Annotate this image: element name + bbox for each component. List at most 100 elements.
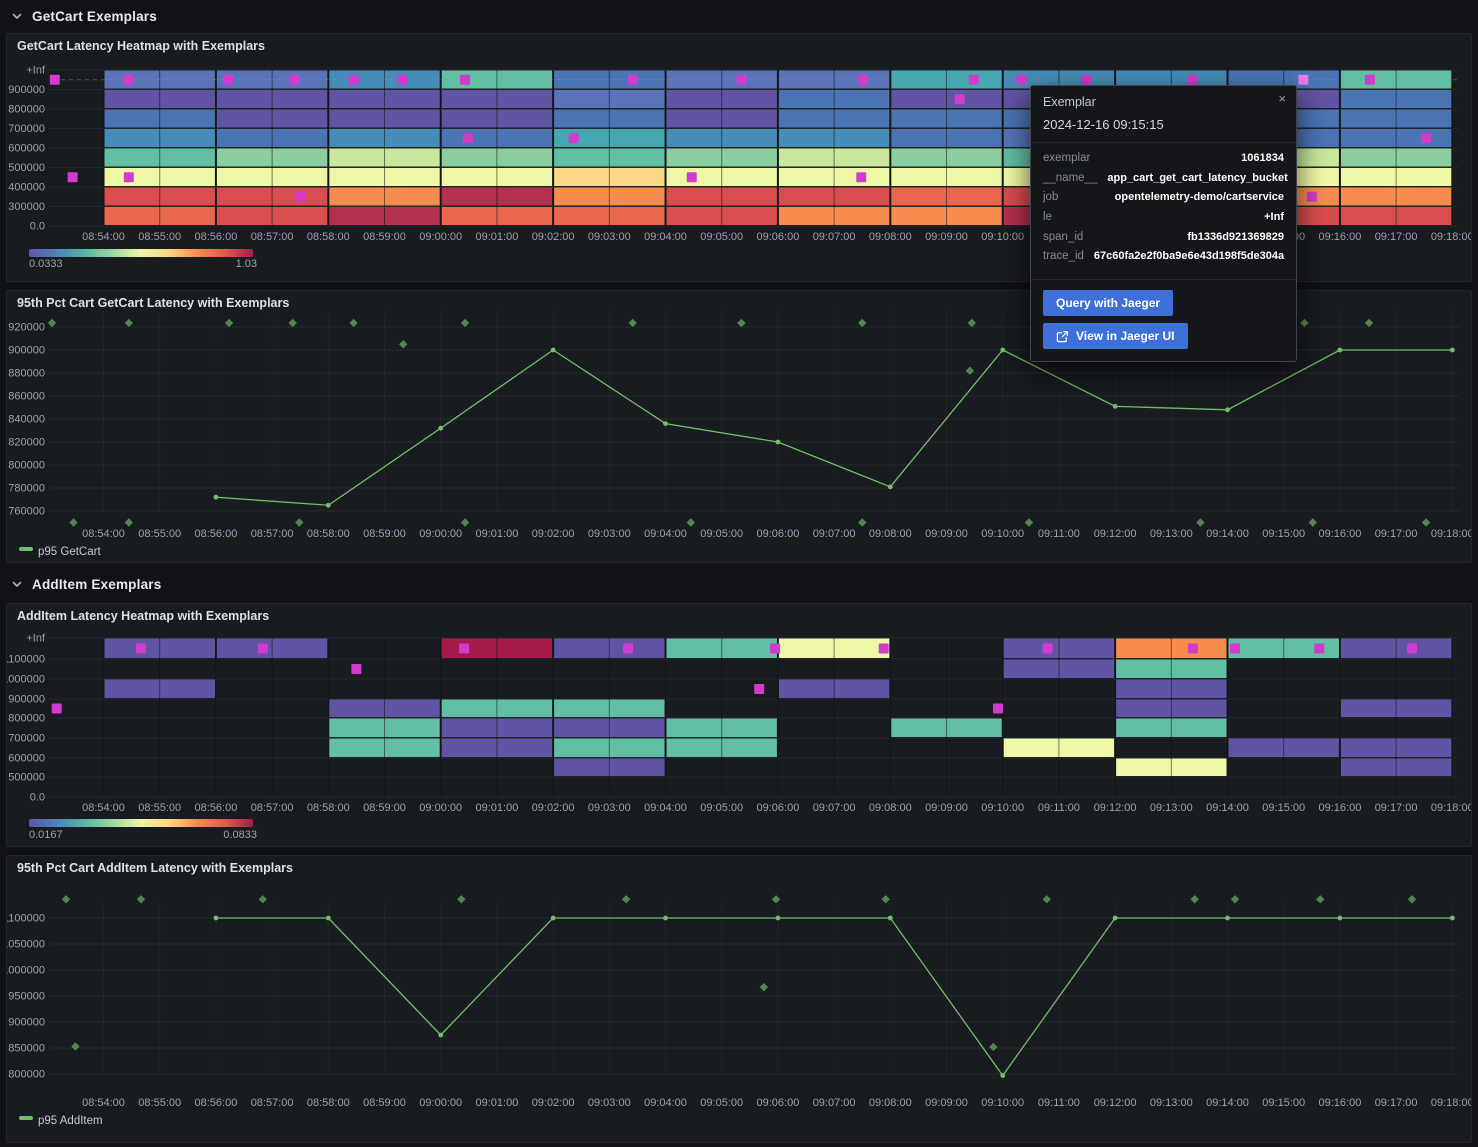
exemplar-marker[interactable] [770, 644, 780, 654]
exemplar-marker[interactable] [1314, 644, 1324, 654]
exemplar-marker[interactable] [1188, 644, 1198, 654]
exemplar-marker[interactable] [459, 644, 469, 654]
data-point[interactable] [1450, 916, 1455, 921]
data-point[interactable] [1000, 348, 1005, 353]
data-point[interactable] [663, 916, 668, 921]
exemplar-diamond[interactable] [1300, 319, 1308, 327]
data-point[interactable] [551, 348, 556, 353]
exemplar-marker[interactable] [349, 75, 359, 85]
exemplar-diamond[interactable] [289, 319, 297, 327]
exemplar-diamond[interactable] [461, 518, 469, 526]
exemplar-marker[interactable] [68, 172, 78, 182]
exemplar-marker[interactable] [295, 192, 305, 202]
data-point[interactable] [1225, 916, 1230, 921]
exemplar-diamond[interactable] [399, 340, 407, 348]
view-in-jaeger-button[interactable]: View in Jaeger UI [1043, 323, 1188, 349]
exemplar-marker[interactable] [1298, 75, 1308, 85]
exemplar-diamond[interactable] [737, 319, 745, 327]
exemplar-marker[interactable] [124, 75, 134, 85]
exemplar-marker[interactable] [397, 75, 407, 85]
exemplar-marker[interactable] [955, 94, 965, 104]
exemplar-diamond[interactable] [457, 895, 465, 903]
exemplar-diamond[interactable] [1422, 518, 1430, 526]
exemplar-diamond[interactable] [461, 319, 469, 327]
data-point[interactable] [326, 503, 331, 508]
data-point[interactable] [776, 440, 781, 445]
data-point[interactable] [214, 495, 219, 500]
panel-title[interactable]: AddItem Latency Heatmap with Exemplars [17, 609, 269, 623]
exemplar-diamond[interactable] [1196, 518, 1204, 526]
exemplar-marker[interactable] [1016, 75, 1026, 85]
exemplar-diamond[interactable] [1309, 518, 1317, 526]
exemplar-marker[interactable] [754, 684, 764, 694]
exemplar-diamond[interactable] [125, 518, 133, 526]
exemplar-marker[interactable] [258, 644, 268, 654]
exemplar-diamond[interactable] [966, 367, 974, 375]
exemplar-marker[interactable] [1081, 75, 1091, 85]
close-icon[interactable]: × [1278, 92, 1286, 106]
exemplar-diamond[interactable] [71, 1042, 79, 1050]
exemplar-marker[interactable] [856, 172, 866, 182]
data-point[interactable] [1338, 348, 1343, 353]
data-point[interactable] [888, 916, 893, 921]
exemplar-marker[interactable] [993, 704, 1003, 714]
exemplar-marker[interactable] [290, 75, 300, 85]
exemplar-marker[interactable] [1307, 192, 1317, 202]
exemplar-marker[interactable] [1421, 133, 1431, 143]
data-point[interactable] [214, 916, 219, 921]
exemplar-diamond[interactable] [225, 319, 233, 327]
data-point[interactable] [438, 1033, 443, 1038]
data-point[interactable] [1113, 404, 1118, 409]
exemplar-marker[interactable] [879, 644, 889, 654]
exemplar-marker[interactable] [858, 75, 868, 85]
exemplar-diamond[interactable] [1191, 895, 1199, 903]
exemplar-diamond[interactable] [772, 895, 780, 903]
exemplar-diamond[interactable] [1408, 895, 1416, 903]
exemplar-diamond[interactable] [687, 518, 695, 526]
exemplar-marker[interactable] [50, 75, 60, 85]
exemplar-diamond[interactable] [1316, 895, 1324, 903]
exemplar-marker[interactable] [223, 75, 233, 85]
panel-title[interactable]: GetCart Latency Heatmap with Exemplars [17, 39, 265, 53]
data-point[interactable] [551, 916, 556, 921]
data-point[interactable] [326, 916, 331, 921]
exemplar-diamond[interactable] [1365, 319, 1373, 327]
exemplar-marker[interactable] [736, 75, 746, 85]
data-point[interactable] [1450, 348, 1455, 353]
panel-title[interactable]: 95th Pct Cart GetCart Latency with Exemp… [17, 296, 289, 310]
exemplar-diamond[interactable] [881, 895, 889, 903]
exemplar-marker[interactable] [463, 133, 473, 143]
exemplar-marker[interactable] [136, 644, 146, 654]
exemplar-marker[interactable] [460, 75, 470, 85]
exemplar-diamond[interactable] [622, 895, 630, 903]
exemplar-marker[interactable] [687, 172, 697, 182]
data-point[interactable] [438, 426, 443, 431]
exemplar-diamond[interactable] [1043, 895, 1051, 903]
exemplar-diamond[interactable] [69, 518, 77, 526]
exemplar-marker[interactable] [1407, 644, 1417, 654]
exemplar-diamond[interactable] [858, 319, 866, 327]
exemplar-diamond[interactable] [1025, 518, 1033, 526]
exemplar-marker[interactable] [628, 75, 638, 85]
exemplar-diamond[interactable] [259, 895, 267, 903]
exemplar-marker[interactable] [124, 172, 134, 182]
exemplar-diamond[interactable] [989, 1043, 997, 1051]
exemplar-diamond[interactable] [349, 319, 357, 327]
exemplar-marker[interactable] [1365, 75, 1375, 85]
section-header-getcart[interactable]: GetCart Exemplars [0, 2, 1478, 30]
exemplar-diamond[interactable] [137, 895, 145, 903]
exemplar-marker[interactable] [623, 644, 633, 654]
exemplar-diamond[interactable] [629, 319, 637, 327]
exemplar-diamond[interactable] [295, 518, 303, 526]
exemplar-marker[interactable] [52, 704, 62, 714]
data-point[interactable] [776, 916, 781, 921]
exemplar-marker[interactable] [569, 133, 579, 143]
data-point[interactable] [1225, 407, 1230, 412]
exemplar-diamond[interactable] [48, 319, 56, 327]
exemplar-marker[interactable] [1043, 644, 1053, 654]
exemplar-marker[interactable] [351, 664, 361, 674]
exemplar-diamond[interactable] [858, 518, 866, 526]
query-with-jaeger-button[interactable]: Query with Jaeger [1043, 290, 1173, 316]
exemplar-marker[interactable] [1188, 75, 1198, 85]
exemplar-diamond[interactable] [1231, 895, 1239, 903]
